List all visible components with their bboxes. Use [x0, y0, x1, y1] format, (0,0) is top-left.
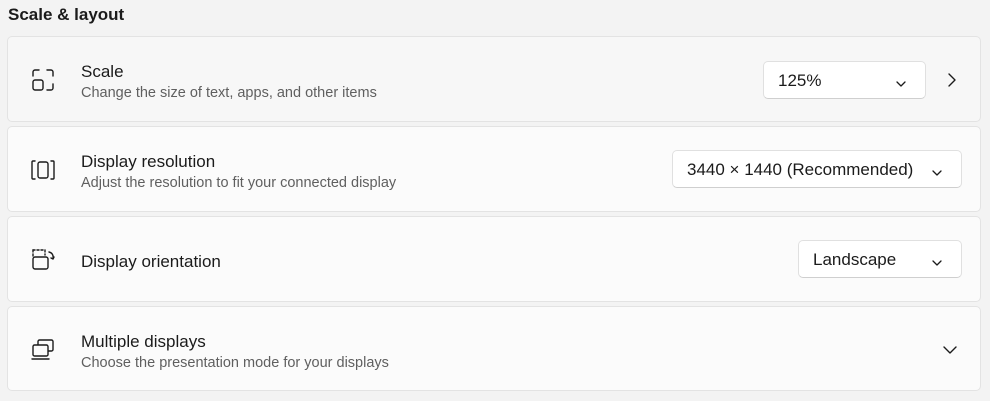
orientation-dropdown[interactable]: Landscape: [798, 240, 962, 278]
scale-subtitle: Change the size of text, apps, and other…: [81, 85, 377, 101]
orientation-icon: [30, 247, 56, 273]
resolution-title: Display resolution: [81, 152, 216, 171]
scale-icon: [30, 67, 56, 93]
resolution-icon: [30, 157, 56, 183]
chevron-down-icon: [895, 75, 907, 87]
scale-dropdown[interactable]: 125%: [763, 61, 926, 99]
resolution-subtitle: Adjust the resolution to fit your connec…: [81, 175, 397, 191]
chevron-down-icon[interactable]: [942, 343, 958, 355]
resolution-dropdown[interactable]: 3440 × 1440 (Recommended): [672, 150, 962, 188]
orientation-card: Display orientation Landscape: [7, 216, 981, 302]
chevron-down-icon: [931, 164, 943, 176]
multiple-displays-card[interactable]: Multiple displays Choose the presentatio…: [7, 306, 981, 391]
scale-dropdown-value: 125%: [778, 71, 822, 90]
multiple-displays-subtitle: Choose the presentation mode for your di…: [81, 355, 389, 371]
chevron-right-icon[interactable]: [946, 72, 958, 88]
scale-card[interactable]: Scale Change the size of text, apps, and…: [7, 36, 981, 122]
resolution-card: Display resolution Adjust the resolution…: [7, 126, 981, 212]
chevron-down-icon: [931, 254, 943, 266]
orientation-dropdown-value: Landscape: [813, 250, 897, 269]
multiple-displays-title: Multiple displays: [81, 332, 206, 351]
section-title: Scale & layout: [8, 5, 125, 24]
orientation-title: Display orientation: [81, 252, 221, 271]
scale-title: Scale: [81, 62, 124, 81]
multiple-displays-icon: [30, 337, 56, 363]
resolution-dropdown-value: 3440 × 1440 (Recommended): [687, 160, 914, 179]
